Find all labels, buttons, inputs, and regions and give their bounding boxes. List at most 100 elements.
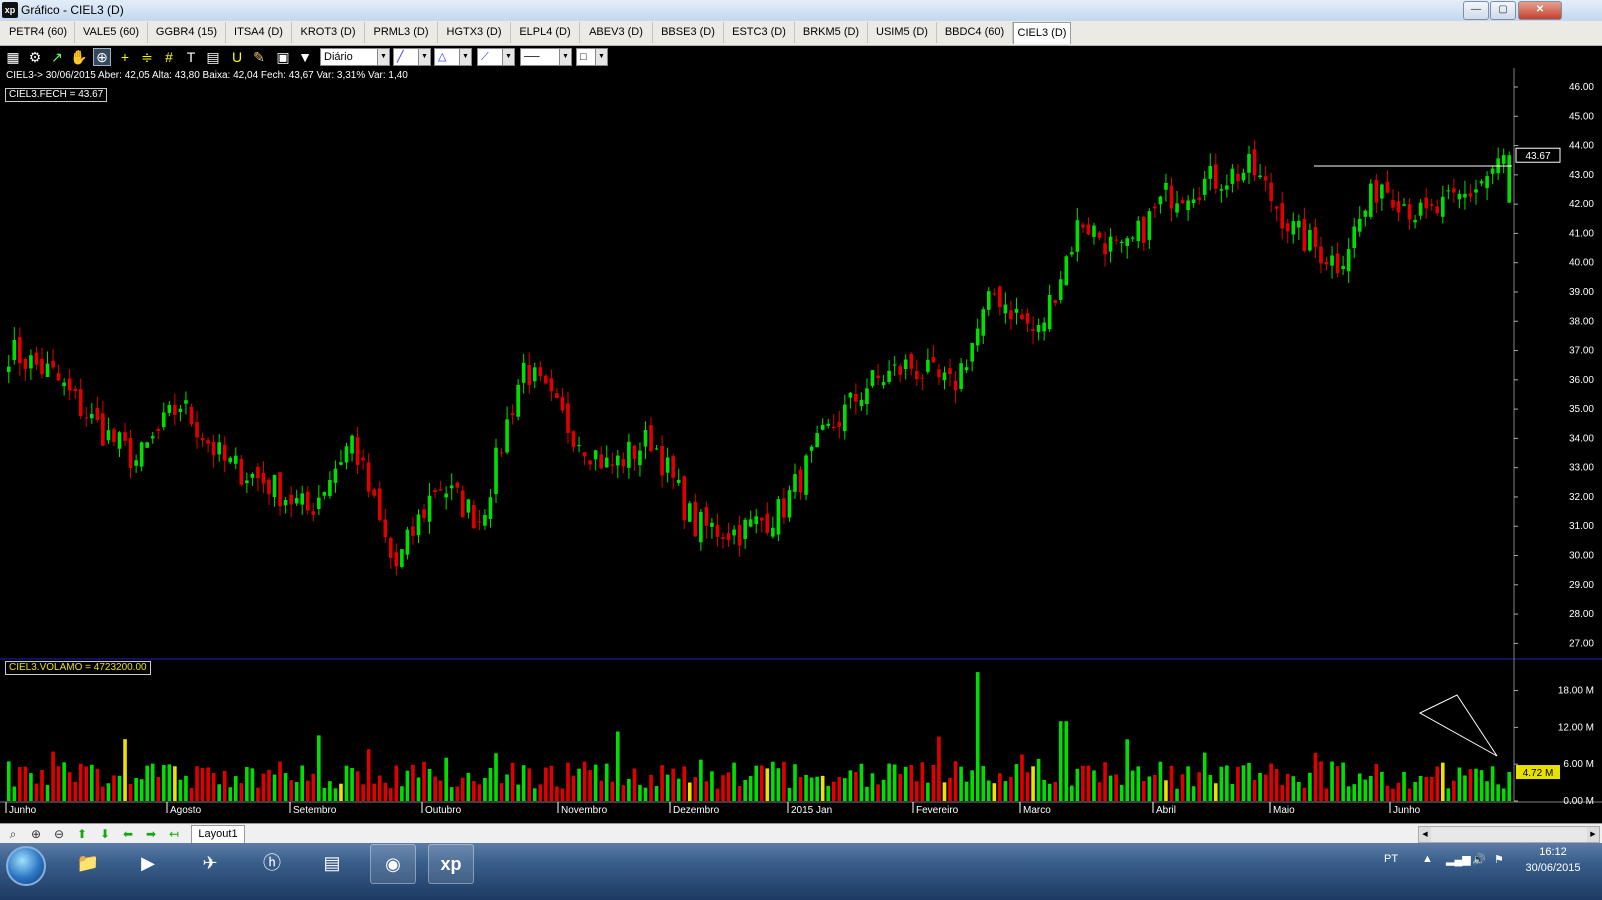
- color-swatch-icon: □: [580, 51, 587, 63]
- settings-gear-icon[interactable]: ⚙: [26, 48, 44, 66]
- volume-bar: [898, 773, 902, 801]
- price-series-legend[interactable]: CIEL3.FECH = 43.67: [5, 88, 108, 102]
- tab-petr4-60[interactable]: PETR4 (60): [2, 22, 75, 43]
- candle-body: [261, 472, 266, 484]
- eraser-icon[interactable]: ✎: [250, 48, 268, 66]
- flag-icon[interactable]: ⚑: [1494, 853, 1504, 866]
- tab-prml3-d[interactable]: PRML3 (D): [365, 22, 438, 43]
- magnet-icon[interactable]: U: [228, 48, 246, 66]
- period-select[interactable]: Diário ▼: [320, 48, 390, 66]
- maximize-button[interactable]: ▢: [1490, 1, 1516, 20]
- volume-bar: [1501, 788, 1506, 801]
- price-volume-chart[interactable]: 46.00 45.00 44.00 43.00 42.00 41.00 40.00 39.00…: [0, 68, 1602, 823]
- candle-body: [1479, 181, 1484, 184]
- volume-bar: [466, 772, 471, 801]
- candle-body: [627, 441, 631, 468]
- line-style-select[interactable]: ── ▼: [520, 48, 572, 66]
- tab-krot3-d[interactable]: KROT3 (D): [292, 22, 365, 43]
- candle-body: [887, 370, 891, 382]
- chrome-browser-icon[interactable]: ◉: [370, 844, 416, 884]
- arrow-left-icon[interactable]: ⬅: [119, 826, 137, 842]
- crosshair-icon[interactable]: +: [116, 48, 134, 66]
- zoom-in-icon[interactable]: ⊕: [27, 826, 45, 842]
- indicator-icon[interactable]: ↗: [48, 48, 66, 66]
- horizontal-line-icon[interactable]: ≑: [138, 48, 156, 66]
- grid-line-icon[interactable]: #: [160, 48, 178, 66]
- volume-bar: [693, 777, 698, 801]
- tab-brkm5-d[interactable]: BRKM5 (D): [795, 22, 868, 43]
- text-tool-icon[interactable]: T: [182, 48, 200, 66]
- volume-series-legend[interactable]: CIEL3.VOLAMO = 4723200.00: [5, 661, 151, 675]
- tab-vale5-60[interactable]: VALE5 (60): [75, 22, 148, 43]
- tab-ciel3-d[interactable]: CIEL3 (D): [1013, 22, 1071, 44]
- fibonacci-tool-select[interactable]: ⟋ ▼: [477, 48, 515, 66]
- tab-ggbr4-15[interactable]: GGBR4 (15): [148, 22, 226, 43]
- candle-body: [483, 514, 487, 526]
- candle-body: [1297, 220, 1301, 228]
- volume-bar: [161, 765, 166, 801]
- tab-bbse3-d[interactable]: BBSE3 (D): [653, 22, 724, 43]
- close-button[interactable]: ✕: [1518, 1, 1562, 20]
- tab-abev3-d[interactable]: ABEV3 (D): [580, 22, 653, 43]
- volume-bar: [571, 775, 576, 801]
- volume-bar: [926, 782, 930, 801]
- start-button-icon[interactable]: [6, 846, 46, 886]
- volume-bar: [521, 765, 526, 801]
- zoom-out-icon[interactable]: ⊖: [50, 826, 68, 842]
- signal-icon[interactable]: ▂▄▆: [1446, 853, 1471, 866]
- volume-bar: [782, 761, 786, 801]
- clock-time[interactable]: 16:12: [1518, 846, 1588, 858]
- color-select[interactable]: □ ▼: [576, 48, 608, 66]
- volume-bar: [173, 766, 177, 801]
- arrow-right-icon[interactable]: ➡: [142, 826, 160, 842]
- tab-elpl4-d[interactable]: ELPL4 (D): [511, 22, 580, 43]
- tab-itsa4-d[interactable]: ITSA4 (D): [226, 22, 292, 43]
- volume-bar: [23, 766, 28, 801]
- scanner-app-icon[interactable]: ▤: [310, 844, 354, 882]
- lock-icon[interactable]: ▣: [274, 48, 292, 66]
- language-indicator[interactable]: PT: [1384, 853, 1398, 865]
- volume-bar: [51, 751, 55, 801]
- tray-expand-icon[interactable]: ▲: [1422, 853, 1433, 865]
- media-player-icon[interactable]: ▶: [126, 844, 170, 882]
- candle-body: [931, 357, 936, 363]
- tab-bbdc4-60[interactable]: BBDC4 (60): [937, 22, 1013, 43]
- clock-date[interactable]: 30/06/2015: [1518, 862, 1588, 874]
- scroll-left-icon[interactable]: ◀: [1419, 827, 1431, 842]
- line-tool-select[interactable]: ╱ ▼: [393, 48, 431, 66]
- hand-pan-icon[interactable]: ✋: [70, 48, 88, 66]
- arrow-back-icon[interactable]: ↤: [165, 826, 183, 842]
- volume-bar: [948, 777, 952, 801]
- filter-icon[interactable]: ▼: [296, 48, 314, 66]
- shape-tool-select[interactable]: △ ▼: [434, 48, 472, 66]
- tab-estc3-d[interactable]: ESTC3 (D): [724, 22, 795, 43]
- chart-type-icon[interactable]: ▦: [4, 48, 22, 66]
- arrow-down-icon[interactable]: ⬇: [96, 826, 114, 842]
- chart-area[interactable]: 46.00 45.00 44.00 43.00 42.00 41.00 40.00 39.00…: [0, 68, 1602, 823]
- calculator-icon[interactable]: ▤: [204, 48, 222, 66]
- volume-icon[interactable]: 🔊: [1472, 853, 1486, 866]
- minimize-button[interactable]: —: [1463, 1, 1489, 20]
- candle-body: [809, 446, 814, 451]
- network-app-icon[interactable]: ✈: [188, 844, 232, 882]
- volume-bar: [427, 769, 432, 801]
- volume-bar: [1202, 752, 1207, 801]
- zoom-cursor-icon[interactable]: ⊕: [93, 48, 111, 66]
- hp-icon[interactable]: ⓗ: [250, 844, 294, 882]
- scroll-right-icon[interactable]: ▶: [1587, 827, 1599, 842]
- xp-trading-app-icon[interactable]: xp: [428, 844, 474, 884]
- arrow-up-icon[interactable]: ⬆: [73, 826, 91, 842]
- volume-tick-label: 18.00 M: [1558, 686, 1594, 697]
- candle-body: [1396, 201, 1401, 213]
- layout-tab[interactable]: Layout1: [191, 825, 245, 844]
- triangle-drawing[interactable]: [1418, 694, 1498, 757]
- candle-body: [765, 513, 770, 533]
- horizontal-scrollbar[interactable]: ◀ ▶: [1418, 826, 1600, 843]
- tab-usim5-d[interactable]: USIM5 (D): [868, 22, 937, 43]
- candle-body: [1053, 299, 1058, 304]
- tab-hgtx3-d[interactable]: HGTX3 (D): [438, 22, 511, 43]
- candle-body: [1457, 193, 1462, 200]
- search-icon[interactable]: ⌕: [4, 826, 22, 842]
- file-explorer-icon[interactable]: 📁: [66, 844, 110, 882]
- volume-bar: [1070, 785, 1074, 801]
